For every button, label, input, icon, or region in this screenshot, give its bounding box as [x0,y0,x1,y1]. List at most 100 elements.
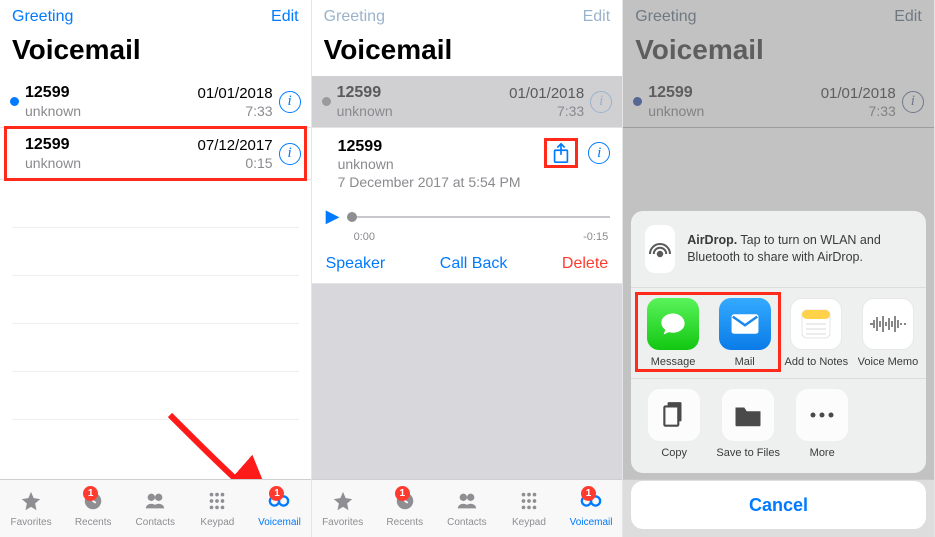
panel-share-sheet: GreetingEdit Voicemail 12599unknown 01/0… [623,0,935,537]
action-copy[interactable]: Copy [639,389,709,459]
greeting-link[interactable]: Greeting [12,8,73,26]
page-title: Voicemail [0,30,311,76]
app-label: Mail [735,356,755,368]
app-label: Add to Notes [784,356,848,368]
action-label: More [810,447,835,459]
speaker-button[interactable]: Speaker [326,255,386,273]
scrubber[interactable] [347,216,610,218]
tab-label: Recents [75,517,112,528]
action-more[interactable]: More [787,389,857,459]
caller-sub: unknown [338,156,551,172]
share-actions-row: Copy Save to Files More [631,379,926,473]
app-label: Voice Memo [858,356,919,368]
page-title: Voicemail [312,30,623,76]
caller-number: 12599 [25,84,198,102]
action-label: Copy [661,447,687,459]
voicemail-row[interactable]: 12599 unknown 01/01/2018 7:33 i [312,76,623,128]
voicemail-row[interactable]: 12599 unknown 07/12/2017 0:15 i [0,128,311,180]
share-apps-row: Message Mail Add to Notes Voice Memo [631,288,926,378]
call-date: 01/01/2018 [198,85,273,102]
player: ▶ [312,196,623,231]
call-date: 07/12/2017 [198,137,273,154]
tab-favorites[interactable]: Favorites [315,490,371,528]
panel-voicemail-list: Greeting Edit Voicemail 12599 unknown 01… [0,0,312,537]
tab-label: Keypad [512,517,546,528]
scrubber-thumb-icon[interactable] [347,212,357,222]
row-main: 12599 unknown [337,84,510,119]
caller-number: 12599 [337,84,510,102]
row-main: 12599 unknown [25,136,198,171]
tab-voicemail[interactable]: 1 Voicemail [251,490,307,528]
tab-label: Keypad [200,517,234,528]
edit-link[interactable]: Edit [583,8,611,26]
tab-favorites[interactable]: Favorites [3,490,59,528]
caller-number: 12599 [25,136,198,154]
call-date: 01/01/2018 [509,85,584,102]
play-icon[interactable]: ▶ [326,206,340,227]
tab-label: Favorites [322,517,363,528]
badge: 1 [269,486,284,501]
tab-bar: Favorites 1 Recents Contacts Keypad 1 Vo… [0,479,311,537]
app-label: Message [651,356,696,368]
unread-dot-icon [10,97,19,106]
tab-label: Favorites [10,517,51,528]
badge: 1 [581,486,596,501]
action-save-files[interactable]: Save to Files [713,389,783,459]
info-icon[interactable]: i [590,91,612,113]
badge: 1 [395,486,410,501]
tab-keypad[interactable]: Keypad [501,490,557,528]
caller-number: 12599 [338,138,551,156]
tab-label: Voicemail [570,517,613,528]
topbar: Greeting Edit [312,0,623,30]
delete-button[interactable]: Delete [562,255,608,273]
voicemail-row[interactable]: 12599 unknown 01/01/2018 7:33 i [0,76,311,128]
topbar: Greeting Edit [0,0,311,30]
tab-keypad[interactable]: Keypad [189,490,245,528]
share-icon[interactable] [550,142,572,164]
panel-voicemail-expanded: Greeting Edit Voicemail 12599 unknown 01… [312,0,624,537]
caller-sub: unknown [25,155,198,171]
info-icon[interactable]: i [279,91,301,113]
tab-label: Recents [386,517,423,528]
share-app-mail[interactable]: Mail [711,298,779,368]
empty-rows [0,180,311,479]
timestamp: 7 December 2017 at 5:54 PM [338,174,551,190]
unread-dot-icon [322,97,331,106]
tab-label: Contacts [136,517,175,528]
tab-contacts[interactable]: Contacts [439,490,495,528]
cancel-button[interactable]: Cancel [631,481,926,529]
call-duration: 0:15 [198,155,273,171]
empty-area [312,284,623,479]
row-meta: 01/01/2018 7:33 [198,85,273,119]
airdrop-icon [645,225,675,273]
row-main: 12599 unknown [25,84,198,119]
row-meta: 01/01/2018 7:33 [509,85,584,119]
tab-label: Voicemail [258,517,301,528]
info-icon[interactable]: i [279,143,301,165]
share-sheet: AirDrop. Tap to turn on WLAN and Bluetoo… [631,211,926,529]
voicemail-expanded: 12599 unknown 7 December 2017 at 5:54 PM… [312,128,623,284]
share-app-voicememos[interactable]: Voice Memo [854,298,922,368]
badge: 1 [83,486,98,501]
row-meta: 07/12/2017 0:15 [198,137,273,171]
tab-label: Contacts [447,517,486,528]
caller-sub: unknown [25,103,198,119]
callback-button[interactable]: Call Back [440,255,508,273]
share-app-message[interactable]: Message [639,298,707,368]
edit-link[interactable]: Edit [271,8,299,26]
call-duration: 7:33 [198,103,273,119]
elapsed-time: 0:00 [354,231,375,243]
tab-contacts[interactable]: Contacts [127,490,183,528]
greeting-link[interactable]: Greeting [324,8,385,26]
remaining-time: -0:15 [583,231,608,243]
call-duration: 7:33 [509,103,584,119]
tab-recents[interactable]: 1Recents [377,490,433,528]
airdrop-text: AirDrop. Tap to turn on WLAN and Bluetoo… [687,232,912,266]
share-app-notes[interactable]: Add to Notes [782,298,850,368]
dot-spacer [10,149,19,158]
tab-voicemail[interactable]: 1Voicemail [563,490,619,528]
tab-recents[interactable]: 1 Recents [65,490,121,528]
info-icon[interactable]: i [588,142,610,164]
caller-sub: unknown [337,103,510,119]
airdrop-row[interactable]: AirDrop. Tap to turn on WLAN and Bluetoo… [631,211,926,287]
